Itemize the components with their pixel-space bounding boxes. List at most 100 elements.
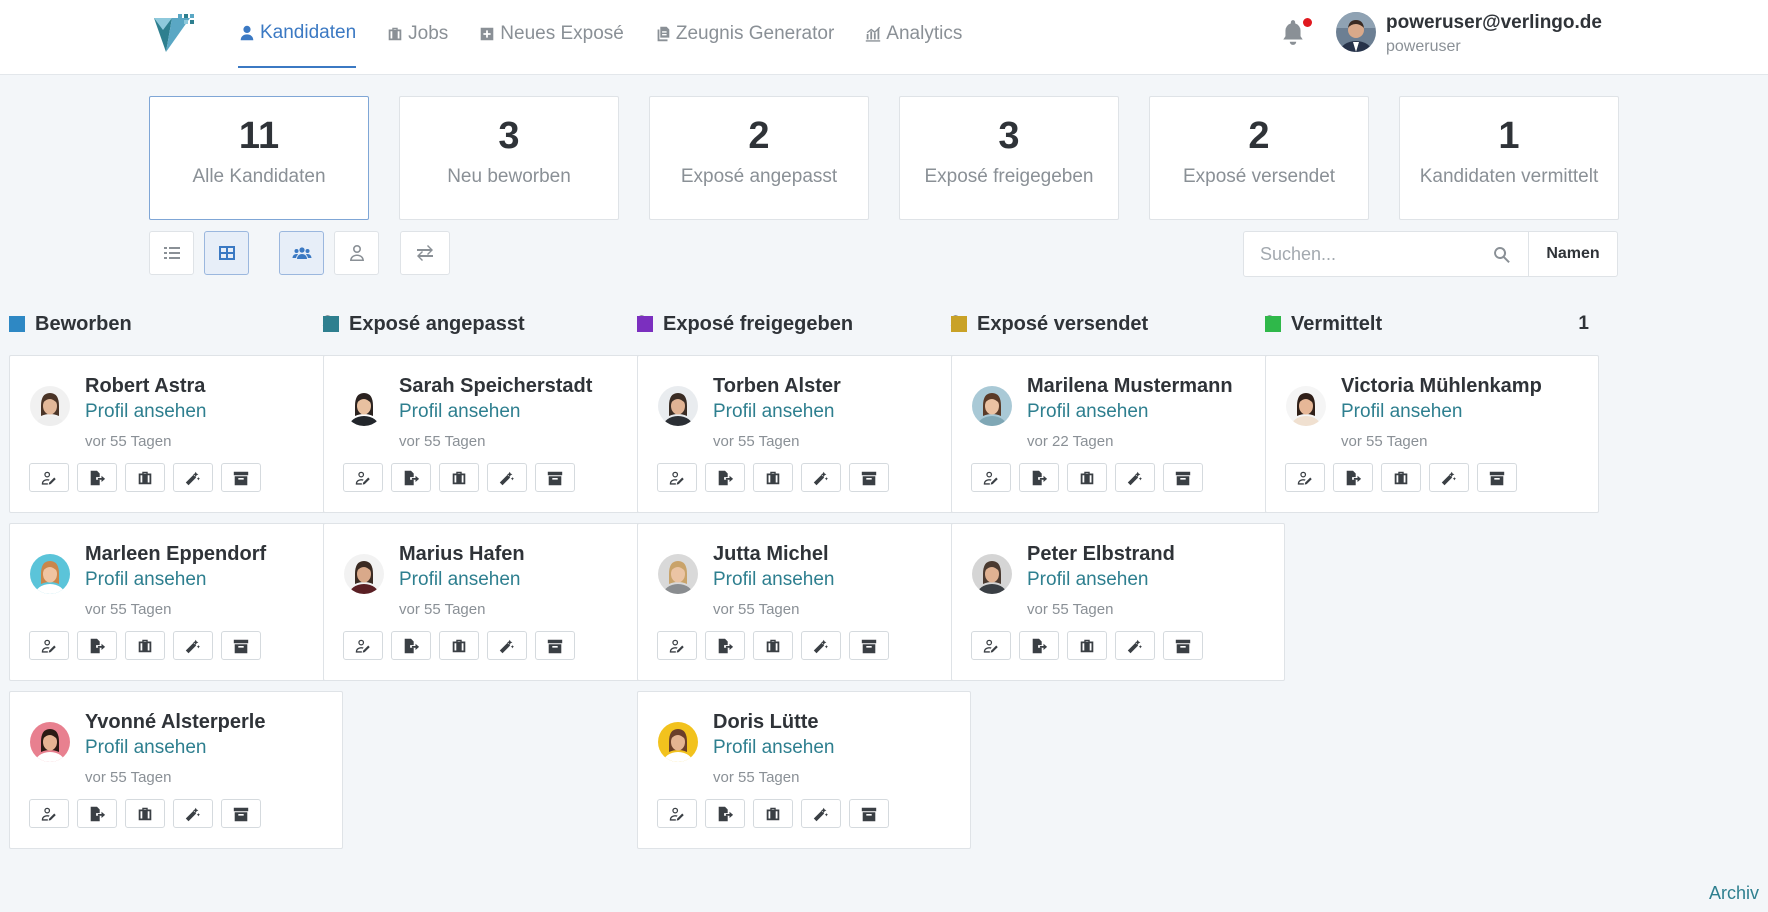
edit-candidate-button[interactable]	[657, 799, 697, 828]
archive-button[interactable]	[1163, 631, 1203, 660]
edit-candidate-button[interactable]	[657, 463, 697, 492]
search-icon[interactable]	[1492, 245, 1512, 265]
board-view-button[interactable]	[204, 231, 249, 275]
export-button[interactable]	[705, 463, 745, 492]
assign-job-button[interactable]	[439, 463, 479, 492]
candidate-card[interactable]: Marilena Mustermann Profil ansehen vor 22 …	[951, 355, 1285, 513]
archive-button[interactable]	[221, 631, 261, 660]
edit-candidate-button[interactable]	[971, 631, 1011, 660]
stat-card[interactable]: 11 Alle Kandidaten	[149, 96, 369, 220]
candidate-avatar[interactable]	[30, 722, 70, 762]
candidate-avatar[interactable]	[30, 386, 70, 426]
nav-jobs[interactable]: Jobs	[386, 0, 448, 68]
magic-button[interactable]	[801, 631, 841, 660]
archive-button[interactable]	[1163, 463, 1203, 492]
notifications-bell-icon[interactable]	[1280, 18, 1312, 48]
stat-card[interactable]: 3 Exposé freigegeben	[899, 96, 1119, 220]
view-profile-link[interactable]: Profil ansehen	[399, 569, 520, 591]
magic-button[interactable]	[487, 631, 527, 660]
view-profile-link[interactable]: Profil ansehen	[1027, 401, 1148, 423]
view-profile-link[interactable]: Profil ansehen	[1341, 401, 1462, 423]
assign-job-button[interactable]	[439, 631, 479, 660]
view-profile-link[interactable]: Profil ansehen	[85, 737, 206, 759]
edit-candidate-button[interactable]	[29, 799, 69, 828]
view-profile-link[interactable]: Profil ansehen	[713, 737, 834, 759]
export-button[interactable]	[77, 631, 117, 660]
export-button[interactable]	[391, 631, 431, 660]
candidate-avatar[interactable]	[658, 554, 698, 594]
list-view-button[interactable]	[149, 231, 194, 275]
view-profile-link[interactable]: Profil ansehen	[85, 569, 206, 591]
magic-button[interactable]	[801, 463, 841, 492]
stat-card[interactable]: 1 Kandidaten vermittelt	[1399, 96, 1619, 220]
magic-button[interactable]	[1429, 463, 1469, 492]
candidate-card[interactable]: Marius Hafen Profil ansehen vor 55 Tagen	[323, 523, 657, 681]
assign-job-button[interactable]	[753, 799, 793, 828]
archive-button[interactable]	[535, 631, 575, 660]
export-button[interactable]	[391, 463, 431, 492]
magic-button[interactable]	[487, 463, 527, 492]
all-candidates-toggle[interactable]	[279, 231, 324, 275]
export-button[interactable]	[77, 799, 117, 828]
export-button[interactable]	[705, 799, 745, 828]
nav-zeugnis-generator[interactable]: Zeugnis Generator	[654, 0, 834, 68]
assign-job-button[interactable]	[1067, 463, 1107, 492]
user-avatar[interactable]	[1336, 12, 1376, 52]
magic-button[interactable]	[173, 631, 213, 660]
search-by-name-button[interactable]: Namen	[1529, 231, 1618, 277]
edit-candidate-button[interactable]	[343, 463, 383, 492]
edit-candidate-button[interactable]	[29, 631, 69, 660]
export-button[interactable]	[705, 631, 745, 660]
candidate-card[interactable]: Sarah Speicherstadt Profil ansehen vor 55 …	[323, 355, 657, 513]
candidate-card[interactable]: Robert Astra Profil ansehen vor 55 Tagen	[9, 355, 343, 513]
archive-link[interactable]: Archiv	[1709, 883, 1759, 904]
candidate-avatar[interactable]	[344, 554, 384, 594]
view-profile-link[interactable]: Profil ansehen	[713, 401, 834, 423]
archive-button[interactable]	[849, 463, 889, 492]
export-button[interactable]	[77, 463, 117, 492]
edit-candidate-button[interactable]	[1285, 463, 1325, 492]
view-profile-link[interactable]: Profil ansehen	[713, 569, 834, 591]
archive-button[interactable]	[221, 799, 261, 828]
assign-job-button[interactable]	[753, 463, 793, 492]
candidate-avatar[interactable]	[30, 554, 70, 594]
search-input[interactable]	[1244, 232, 1474, 276]
edit-candidate-button[interactable]	[29, 463, 69, 492]
candidate-card[interactable]: Jutta Michel Profil ansehen vor 55 Tagen	[637, 523, 971, 681]
candidate-card[interactable]: Doris Lütte Profil ansehen vor 55 Tagen	[637, 691, 971, 849]
candidate-card[interactable]: Torben Alster Profil ansehen vor 55 Tagen	[637, 355, 971, 513]
candidate-card[interactable]: Yvonné Alsterperle Profil ansehen vor 55 T…	[9, 691, 343, 849]
stat-card[interactable]: 2 Exposé versendet	[1149, 96, 1369, 220]
my-candidates-toggle[interactable]	[334, 231, 379, 275]
assign-job-button[interactable]	[125, 463, 165, 492]
swap-button[interactable]	[400, 231, 450, 275]
candidate-avatar[interactable]	[658, 386, 698, 426]
export-button[interactable]	[1019, 631, 1059, 660]
nav-analytics[interactable]: Analytics	[864, 0, 962, 68]
app-logo[interactable]	[150, 12, 198, 56]
view-profile-link[interactable]: Profil ansehen	[85, 401, 206, 423]
archive-button[interactable]	[535, 463, 575, 492]
edit-candidate-button[interactable]	[657, 631, 697, 660]
candidate-avatar[interactable]	[972, 554, 1012, 594]
assign-job-button[interactable]	[1381, 463, 1421, 492]
nav-kandidaten[interactable]: Kandidaten	[238, 0, 357, 68]
edit-candidate-button[interactable]	[343, 631, 383, 660]
magic-button[interactable]	[801, 799, 841, 828]
archive-button[interactable]	[1477, 463, 1517, 492]
candidate-avatar[interactable]	[658, 722, 698, 762]
stat-card[interactable]: 2 Exposé angepasst	[649, 96, 869, 220]
magic-button[interactable]	[173, 799, 213, 828]
assign-job-button[interactable]	[753, 631, 793, 660]
export-button[interactable]	[1333, 463, 1373, 492]
stat-card[interactable]: 3 Neu beworben	[399, 96, 619, 220]
view-profile-link[interactable]: Profil ansehen	[1027, 569, 1148, 591]
candidate-avatar[interactable]	[972, 386, 1012, 426]
user-email[interactable]: poweruser@verlingo.de	[1386, 12, 1602, 34]
assign-job-button[interactable]	[125, 799, 165, 828]
nav-neues-expos-[interactable]: Neues Exposé	[478, 0, 624, 68]
magic-button[interactable]	[173, 463, 213, 492]
view-profile-link[interactable]: Profil ansehen	[399, 401, 520, 423]
assign-job-button[interactable]	[125, 631, 165, 660]
archive-button[interactable]	[849, 631, 889, 660]
